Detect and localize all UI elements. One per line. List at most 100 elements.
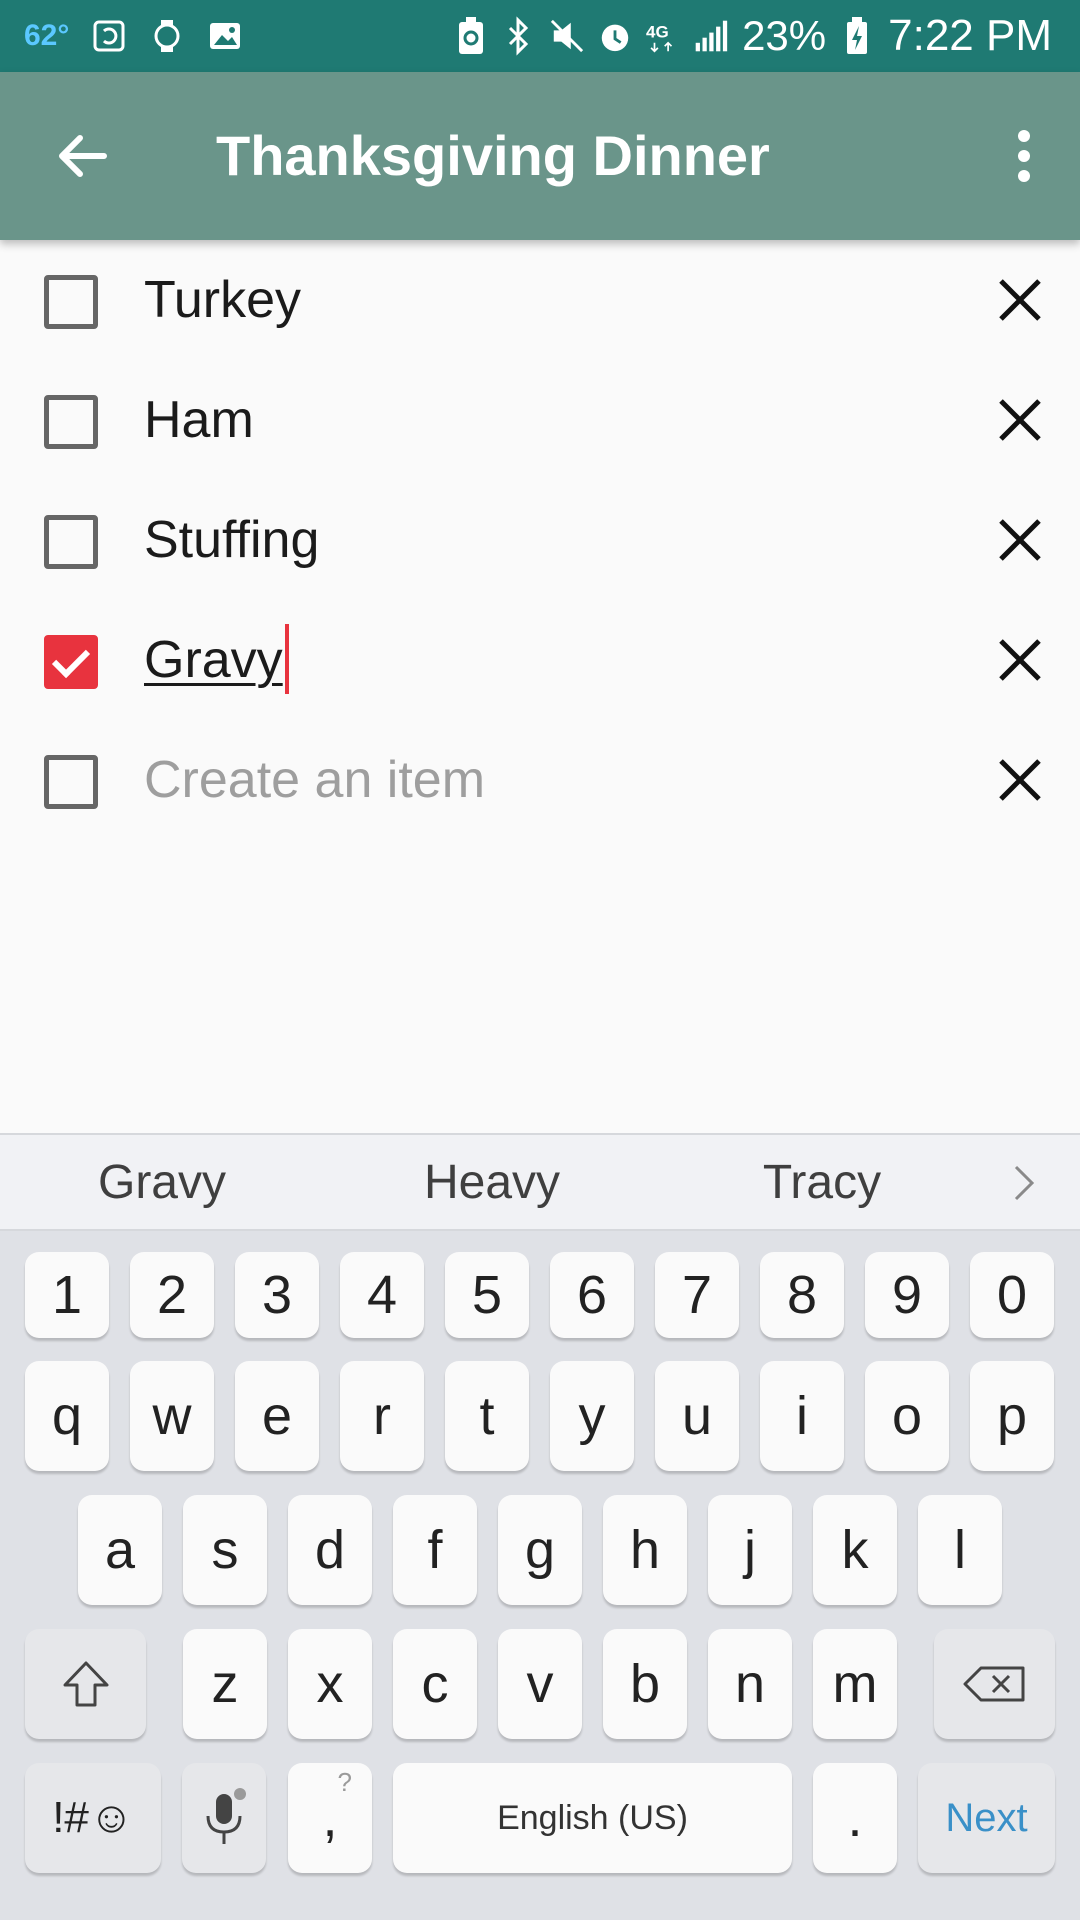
key-o[interactable]: o [865, 1361, 949, 1471]
mute-icon [550, 16, 584, 56]
key-f[interactable]: f [393, 1495, 477, 1605]
key-j[interactable]: j [708, 1495, 792, 1605]
key-q[interactable]: q [25, 1361, 109, 1471]
new-item-input[interactable]: Create an item [144, 748, 485, 812]
editing-text: Gravy [144, 631, 283, 689]
close-icon [999, 639, 1041, 681]
delete-item-button[interactable] [990, 630, 1050, 690]
comma-key-label: , [322, 1788, 338, 1848]
key-e[interactable]: e [235, 1361, 319, 1471]
key-a[interactable]: a [78, 1495, 162, 1605]
delete-item-button[interactable] [990, 750, 1050, 810]
new-item-row: Create an item [0, 720, 1080, 840]
gallery-icon [207, 18, 243, 54]
list-item: Ham [0, 360, 1080, 480]
app-bar: Thanksgiving Dinner [0, 72, 1080, 240]
item-text[interactable]: Stuffing [144, 508, 319, 572]
key-l[interactable]: l [918, 1495, 1002, 1605]
backspace-key[interactable] [934, 1629, 1055, 1739]
clock-text: 7:22 PM [888, 11, 1052, 60]
list-item: Gravy [0, 600, 1080, 720]
suggestion-item[interactable]: Tracy [672, 1135, 972, 1231]
key-9[interactable]: 9 [865, 1252, 949, 1338]
key-x[interactable]: x [288, 1629, 372, 1739]
period-key[interactable]: . [813, 1763, 897, 1873]
battery-percent-text: 23% [742, 12, 827, 59]
arrow-back-icon [59, 135, 107, 177]
shift-key[interactable] [25, 1629, 146, 1739]
page-title: Thanksgiving Dinner [216, 124, 770, 187]
bluetooth-icon [502, 16, 536, 56]
item-checkbox[interactable] [44, 755, 98, 809]
close-icon [999, 759, 1041, 801]
close-icon [999, 279, 1041, 321]
key-0[interactable]: 0 [970, 1252, 1054, 1338]
delete-item-button[interactable] [990, 270, 1050, 330]
key-m[interactable]: m [813, 1629, 897, 1739]
text-cursor [284, 624, 289, 695]
suggestion-item[interactable]: Gravy [12, 1135, 312, 1231]
list-item: Stuffing [0, 480, 1080, 600]
item-checkbox-checked[interactable] [44, 635, 98, 689]
item-text-editing[interactable]: Gravy [144, 624, 289, 695]
key-c[interactable]: c [393, 1629, 477, 1739]
key-8[interactable]: 8 [760, 1252, 844, 1338]
svg-text:4G: 4G [646, 23, 669, 42]
suggestion-bar: Gravy Heavy Tracy [0, 1135, 1080, 1231]
key-5[interactable]: 5 [445, 1252, 529, 1338]
delete-item-button[interactable] [990, 510, 1050, 570]
back-button[interactable] [50, 124, 114, 188]
chevron-right-icon[interactable] [1004, 1163, 1044, 1203]
voice-input-key[interactable] [182, 1763, 266, 1873]
symbols-key[interactable]: !#☺ [25, 1763, 161, 1873]
key-w[interactable]: w [130, 1361, 214, 1471]
key-t[interactable]: t [445, 1361, 529, 1471]
shift-icon [63, 1661, 108, 1707]
key-g[interactable]: g [498, 1495, 582, 1605]
overflow-menu-button[interactable] [988, 120, 1060, 192]
battery-charging-icon [840, 16, 874, 56]
suggestion-item[interactable]: Heavy [342, 1135, 642, 1231]
space-key[interactable]: English (US) [393, 1763, 792, 1873]
backspace-icon [963, 1666, 1024, 1702]
key-n[interactable]: n [708, 1629, 792, 1739]
item-checkbox[interactable] [44, 395, 98, 449]
delete-item-button[interactable] [990, 390, 1050, 450]
item-checkbox[interactable] [44, 515, 98, 569]
key-2[interactable]: 2 [130, 1252, 214, 1338]
key-s[interactable]: s [183, 1495, 267, 1605]
key-3[interactable]: 3 [235, 1252, 319, 1338]
key-6[interactable]: 6 [550, 1252, 634, 1338]
item-checkbox[interactable] [44, 275, 98, 329]
4g-lte-icon: 4G [646, 16, 680, 56]
item-text[interactable]: Turkey [144, 268, 301, 332]
key-4[interactable]: 4 [340, 1252, 424, 1338]
next-key[interactable]: Next [918, 1763, 1055, 1873]
item-text[interactable]: Ham [144, 388, 254, 452]
key-v[interactable]: v [498, 1629, 582, 1739]
list-item: Turkey [0, 240, 1080, 360]
key-y[interactable]: y [550, 1361, 634, 1471]
key-i[interactable]: i [760, 1361, 844, 1471]
battery-saver-icon [454, 16, 488, 56]
comma-key-hint: ? [337, 1767, 352, 1797]
status-bar: 62° 4G 23% 7:22 PM [0, 0, 1080, 72]
watch-icon [149, 18, 185, 54]
close-icon [999, 399, 1041, 441]
key-d[interactable]: d [288, 1495, 372, 1605]
soft-keyboard: Gravy Heavy Tracy 1234567890 qwertyuiop … [0, 1133, 1080, 1920]
key-z[interactable]: z [183, 1629, 267, 1739]
screenshot-icon [91, 18, 127, 54]
key-k[interactable]: k [813, 1495, 897, 1605]
key-1[interactable]: 1 [25, 1252, 109, 1338]
close-icon [999, 519, 1041, 561]
key-b[interactable]: b [603, 1629, 687, 1739]
key-p[interactable]: p [970, 1361, 1054, 1471]
key-h[interactable]: h [603, 1495, 687, 1605]
signal-icon [694, 16, 728, 56]
more-vert-icon [1018, 130, 1030, 182]
key-u[interactable]: u [655, 1361, 739, 1471]
key-7[interactable]: 7 [655, 1252, 739, 1338]
comma-key[interactable]: ? , [288, 1763, 372, 1873]
key-r[interactable]: r [340, 1361, 424, 1471]
